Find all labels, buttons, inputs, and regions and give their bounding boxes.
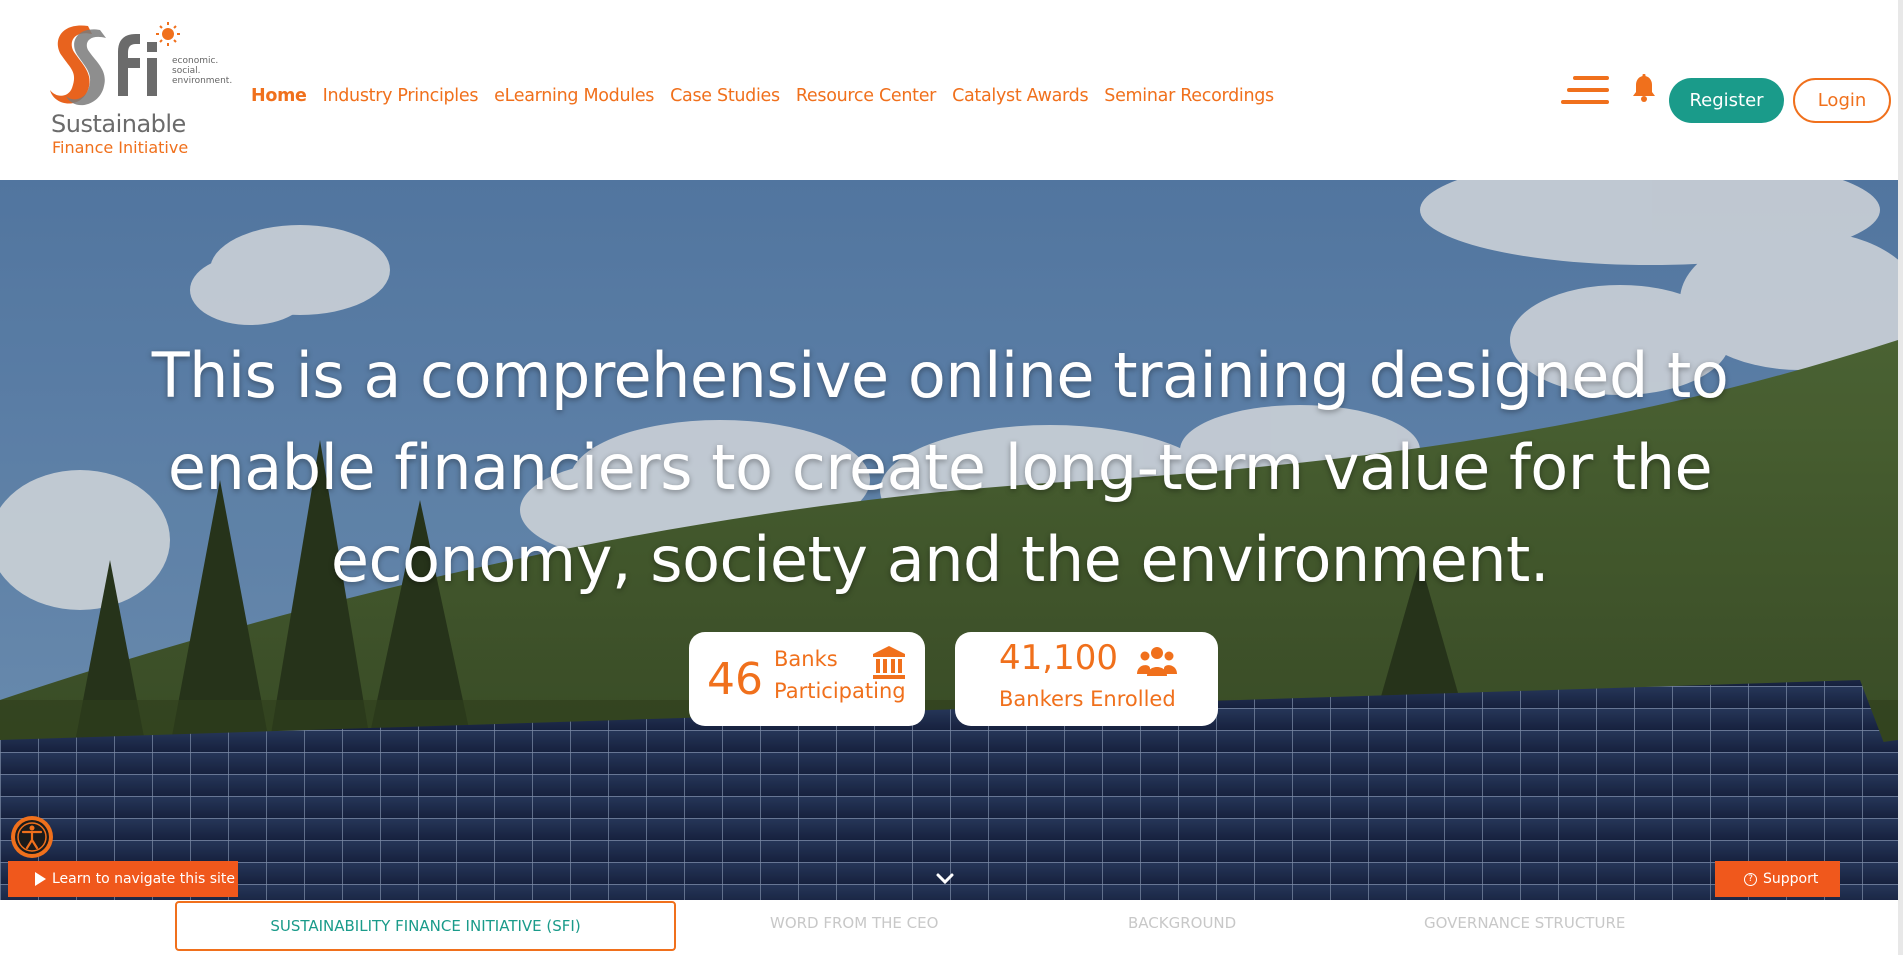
nav-catalyst-awards[interactable]: Catalyst Awards — [952, 86, 1089, 106]
logo-tagline: economic. social. environment. — [172, 56, 232, 86]
page: economic. social. environment. Sustainab… — [0, 0, 1903, 955]
support-button[interactable]: ? Support — [1715, 861, 1840, 897]
tagline-environment: environment. — [172, 76, 233, 86]
nav-resource-center[interactable]: Resource Center — [796, 86, 937, 106]
nav-industry-principles[interactable]: Industry Principles — [323, 86, 479, 106]
accessibility-icon[interactable] — [10, 815, 54, 859]
hero-banner: This is a comprehensive online training … — [0, 180, 1898, 900]
nav-elearning-modules[interactable]: eLearning Modules — [494, 86, 654, 106]
learn-to-navigate-button[interactable]: Learn to navigate this site — [8, 861, 238, 897]
page-scrollbar[interactable] — [1898, 0, 1903, 955]
tab-sfi[interactable]: SUSTAINABILITY FINANCE INITIATIVE (SFI) — [175, 901, 676, 951]
hamburger-menu-icon[interactable] — [1561, 74, 1611, 106]
play-icon — [35, 872, 46, 886]
bankers-count: 41,100 — [999, 638, 1118, 678]
logo-name: Sustainable — [51, 110, 186, 138]
nav-home[interactable]: Home — [251, 86, 307, 106]
hero-headline: This is a comprehensive online training … — [151, 339, 1729, 596]
tagline-social: social. — [172, 66, 201, 76]
banks-label-1: Banks — [774, 647, 838, 671]
site-logo[interactable]: economic. social. environment. Sustainab… — [48, 20, 248, 160]
tab-word-from-ceo[interactable]: WORD FROM THE CEO — [770, 914, 938, 932]
banks-count: 46 — [707, 654, 763, 705]
tab-background[interactable]: BACKGROUND — [1128, 914, 1236, 932]
login-button[interactable]: Login — [1793, 78, 1891, 123]
bank-icon — [873, 646, 905, 679]
sfi-monogram-icon — [50, 22, 180, 106]
tab-governance-structure[interactable]: GOVERNANCE STRUCTURE — [1424, 914, 1625, 932]
banks-stat-card: 46 Banks Participating — [689, 632, 925, 726]
logo-subname: Finance Initiative — [52, 138, 189, 157]
chevron-down-icon[interactable] — [935, 872, 955, 886]
main-nav: Home Industry Principles eLearning Modul… — [251, 86, 1290, 106]
register-button[interactable]: Register — [1669, 78, 1784, 123]
tagline-economic: economic. — [172, 56, 219, 66]
question-icon: ? — [1744, 873, 1757, 886]
site-header: economic. social. environment. Sustainab… — [0, 0, 1898, 180]
bankers-stat-card: 41,100 Bankers Enrolled — [955, 632, 1218, 726]
nav-case-studies[interactable]: Case Studies — [670, 86, 780, 106]
people-icon — [1137, 647, 1177, 676]
section-tabs: SUSTAINABILITY FINANCE INITIATIVE (SFI) … — [0, 900, 1898, 955]
bankers-label: Bankers Enrolled — [999, 687, 1176, 711]
support-label: Support — [1763, 871, 1819, 887]
nav-seminar-recordings[interactable]: Seminar Recordings — [1104, 86, 1274, 106]
learn-to-navigate-label: Learn to navigate this site — [52, 871, 236, 887]
bell-icon[interactable] — [1631, 74, 1657, 104]
